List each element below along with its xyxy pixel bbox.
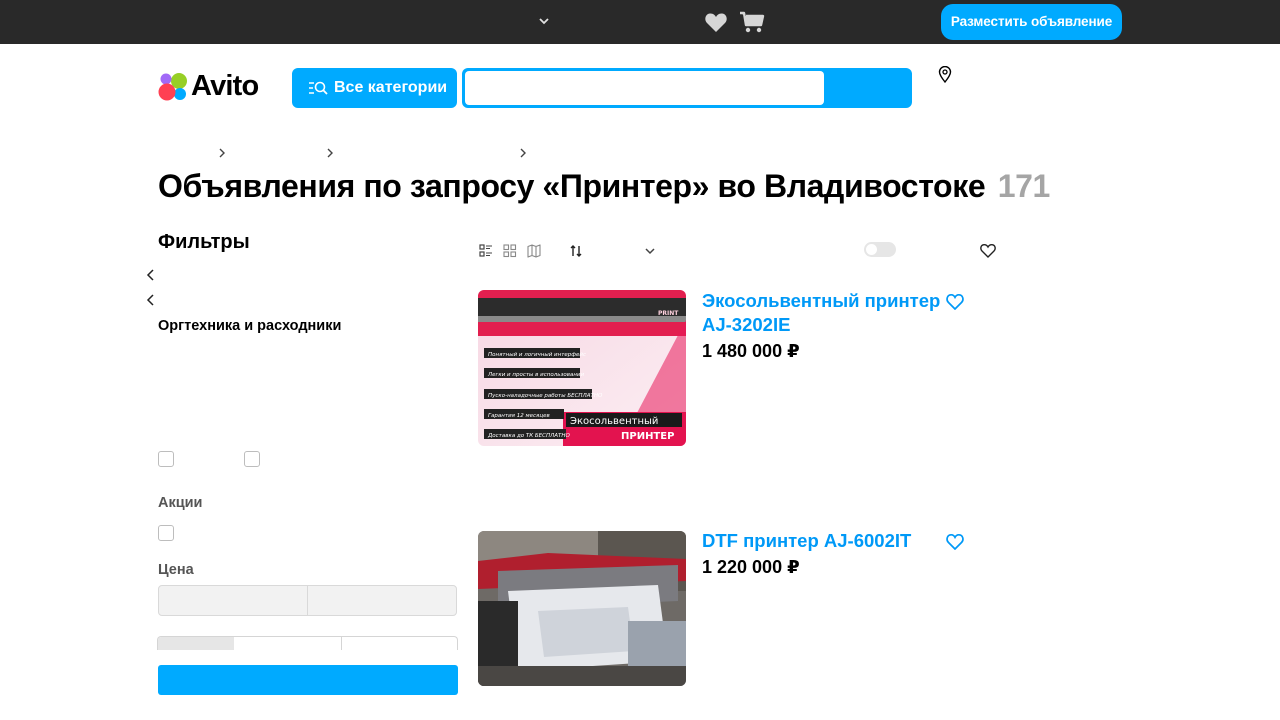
price-range (158, 585, 458, 616)
chevron-down-icon[interactable] (643, 244, 657, 258)
segment-divider (341, 637, 342, 650)
categories-search-icon (309, 81, 328, 95)
filters-heading: Фильтры (158, 231, 250, 253)
listing-image[interactable]: Понятный и логичный интерфейс Легки и пр… (478, 290, 686, 446)
image-line: Пуско-наладочные работы БЕСПЛАТНО (488, 393, 603, 399)
breadcrumb-chevron-icon (520, 148, 526, 158)
show-results-button[interactable] (158, 665, 458, 695)
breadcrumb-chevron-icon (327, 148, 333, 158)
top-bar: Разместить объявление (0, 0, 1280, 44)
promo-heading: Акции (158, 495, 203, 511)
chevron-down-icon[interactable] (537, 14, 551, 28)
grid-view-icon[interactable] (503, 244, 517, 258)
listing-price: 1 480 000 ₽ (702, 341, 800, 361)
location-pin-icon[interactable] (937, 66, 953, 83)
image-line: Легки и просты в использовании (487, 372, 585, 378)
page-title-text: Объявления по запросу «Принтер» во Влади… (158, 168, 986, 204)
toggle-switch[interactable] (864, 242, 896, 257)
logo-dots-icon (158, 73, 187, 101)
image-banner-bottom: ПРИНТЕР (621, 431, 674, 442)
filter-checkbox[interactable] (244, 451, 260, 467)
price-to-field[interactable] (307, 585, 457, 616)
search-input[interactable] (465, 71, 824, 105)
map-view-icon[interactable] (527, 244, 541, 258)
filter-category-current[interactable]: Оргтехника и расходники (158, 318, 341, 334)
image-banner-top: Экосольвентный (570, 416, 658, 427)
image-brand: PRINT (658, 310, 679, 317)
results-count: 171 (997, 168, 1051, 204)
segmented-control[interactable] (157, 636, 458, 650)
listing-price: 1 220 000 ₽ (702, 557, 800, 577)
avito-logo[interactable]: Avito (158, 70, 268, 102)
logo-text: Avito (191, 70, 259, 102)
listing-title[interactable]: DTF принтер AJ-6002IT (702, 529, 942, 553)
listing-image[interactable] (478, 531, 686, 686)
favorite-heart-icon[interactable] (946, 293, 964, 310)
favorite-heart-icon[interactable] (946, 533, 964, 550)
save-search-heart-icon[interactable] (980, 243, 996, 258)
image-line: Гарантия 12 месяцев (488, 413, 550, 419)
promo-checkbox[interactable] (158, 525, 174, 541)
sort-icon[interactable] (569, 244, 583, 258)
back-chevron-icon[interactable] (146, 269, 156, 281)
listing-image-graphic: Понятный и логичный интерфейс Легки и пр… (478, 290, 686, 446)
page-title: Объявления по запросу «Принтер» во Влади… (158, 168, 1050, 205)
price-from-field[interactable] (158, 585, 308, 616)
all-categories-button[interactable]: Все категории (292, 68, 457, 108)
all-categories-label: Все категории (334, 79, 448, 96)
heart-icon[interactable] (704, 11, 728, 33)
cart-icon[interactable] (739, 10, 765, 34)
listing-title[interactable]: Экосольвентный принтер AJ-3202IE (702, 289, 942, 337)
listing-image-graphic (478, 531, 686, 686)
list-view-icon[interactable] (479, 244, 493, 258)
price-heading: Цена (158, 562, 194, 578)
post-ad-button[interactable]: Разместить объявление (941, 4, 1122, 40)
image-line: Доставка до ТК БЕСПЛАТНО (487, 433, 570, 439)
back-chevron-icon[interactable] (146, 294, 156, 306)
segment-selected[interactable] (158, 637, 234, 650)
breadcrumb-chevron-icon (219, 148, 225, 158)
filter-checkbox[interactable] (158, 451, 174, 467)
toggle-knob (866, 244, 877, 255)
image-line: Понятный и логичный интерфейс (488, 352, 586, 358)
